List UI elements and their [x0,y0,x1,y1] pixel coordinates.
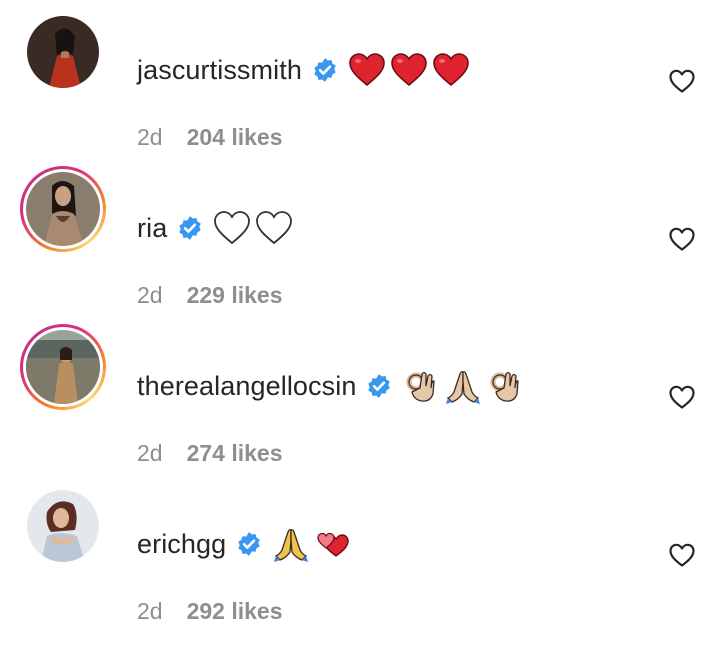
like-heart-icon[interactable] [668,384,696,410]
comment-text [402,368,524,404]
white-heart-icon [255,210,293,246]
avatar[interactable] [20,482,106,568]
comment-likes[interactable]: 229 likes [187,282,283,309]
avatar[interactable] [20,8,106,94]
comment-text [213,210,293,246]
avatar-image [26,330,100,404]
red-heart-icon [432,52,470,88]
two-hearts-icon [314,526,352,562]
red-heart-icon [390,52,428,88]
comment-meta: 2d 204 likes [137,124,283,151]
comment-likes[interactable]: 292 likes [187,598,283,625]
folded-hands-icon [272,526,310,562]
white-heart-icon [213,210,251,246]
verified-badge-icon [177,215,203,241]
comment-time: 2d [137,124,163,150]
ok-hand-icon [486,368,524,404]
verified-badge-icon [236,531,262,557]
like-heart-icon[interactable] [668,226,696,252]
like-heart-icon[interactable] [668,542,696,568]
comment-item: erichgg 2d 292 likes [0,474,720,632]
comment-item: jascurtissmith 2d 204 likes [0,0,720,158]
avatar-image [27,16,99,88]
verified-badge-icon [312,57,338,83]
avatar-image [27,490,99,562]
red-heart-icon [348,52,386,88]
comment-line: jascurtissmith [137,50,470,90]
username-link[interactable]: jascurtissmith [137,55,302,86]
username-link[interactable]: ria [137,213,167,244]
ok-hand-icon [402,368,440,404]
comment-likes[interactable]: 204 likes [187,124,283,151]
folded-hands-icon [444,368,482,404]
comment-item: ria 2d 229 likes [0,158,720,316]
comment-text [348,52,470,88]
avatar-story-ring[interactable] [20,324,106,410]
verified-badge-icon [366,373,392,399]
comment-line: ria [137,208,293,248]
comment-meta: 2d 274 likes [137,440,283,467]
comment-text [272,526,352,562]
comment-time: 2d [137,440,163,466]
avatar-story-ring[interactable] [20,166,106,252]
like-heart-icon[interactable] [668,68,696,94]
comment-line: therealangellocsin [137,366,524,406]
avatar-image [26,172,100,246]
username-link[interactable]: erichgg [137,529,226,560]
comment-meta: 2d 292 likes [137,598,283,625]
comment-meta: 2d 229 likes [137,282,283,309]
comment-item: therealangellocsin 2d 274 likes [0,316,720,474]
comment-likes[interactable]: 274 likes [187,440,283,467]
comment-time: 2d [137,282,163,308]
comment-time: 2d [137,598,163,624]
username-link[interactable]: therealangellocsin [137,371,356,402]
comment-line: erichgg [137,524,352,564]
